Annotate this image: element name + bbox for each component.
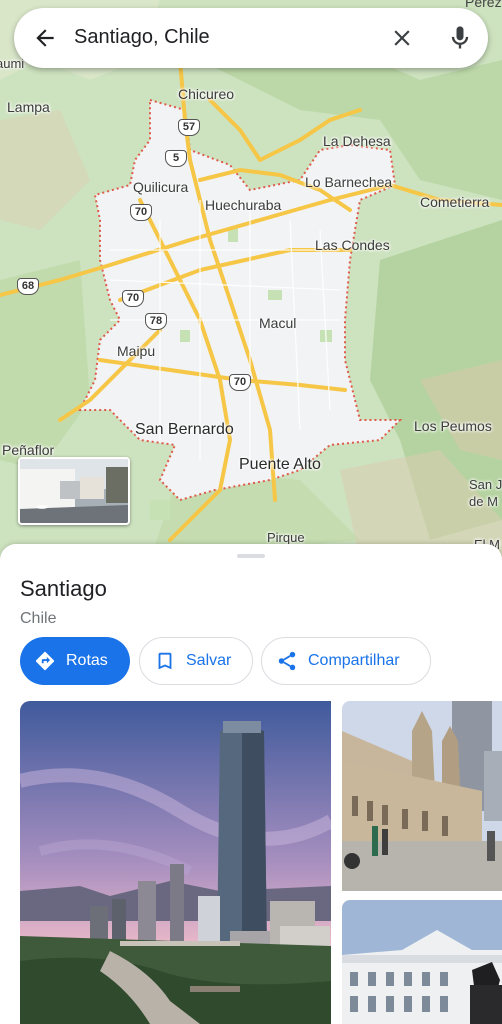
street-view-thumbnail[interactable] bbox=[18, 457, 130, 525]
route-shield: 5 bbox=[165, 150, 187, 167]
save-button[interactable]: Salvar bbox=[139, 637, 253, 685]
drag-handle[interactable] bbox=[237, 554, 265, 558]
place-photo-skyline[interactable] bbox=[20, 701, 331, 1024]
corner-place-label: Pérez bbox=[465, 0, 502, 10]
place-title: Santiago bbox=[20, 576, 107, 601]
place-subtitle: Chile bbox=[20, 610, 57, 627]
back-arrow-icon[interactable] bbox=[32, 25, 58, 51]
place-label-pirque: Pirque bbox=[267, 530, 305, 545]
microphone-icon[interactable] bbox=[446, 23, 474, 53]
place-label-penaflor: Peñaflor bbox=[2, 442, 55, 458]
route-shield: 57 bbox=[178, 119, 200, 136]
route-shield: 78 bbox=[145, 313, 167, 330]
map-view[interactable]: aumi Chicureo Lampa La Dehesa Lo Barnech… bbox=[0, 0, 502, 560]
search-bar[interactable]: Santiago, Chile bbox=[14, 8, 488, 68]
route-shield: 70 bbox=[229, 374, 251, 391]
place-label-quilicura: Quilicura bbox=[133, 179, 189, 195]
place-label-macul: Macul bbox=[259, 315, 297, 331]
search-input[interactable]: Santiago, Chile bbox=[74, 26, 210, 49]
place-label-lo-barnechea: Lo Barnechea bbox=[305, 174, 393, 190]
share-label: Compartilhar bbox=[308, 652, 400, 669]
place-label: aumi bbox=[0, 56, 25, 71]
share-button[interactable]: Compartilhar bbox=[261, 637, 431, 685]
place-label-maipu: Maipu bbox=[117, 343, 156, 359]
place-label-chicureo: Chicureo bbox=[178, 86, 235, 102]
close-icon[interactable] bbox=[389, 25, 415, 51]
place-label-las-condes: Las Condes bbox=[315, 237, 390, 253]
place-label-lampa: Lampa bbox=[7, 99, 50, 115]
directions-icon bbox=[35, 651, 55, 671]
routes-label: Rotas bbox=[66, 652, 108, 669]
save-label: Salvar bbox=[186, 652, 232, 669]
routes-button[interactable]: Rotas bbox=[20, 637, 130, 685]
place-label-cometierra: Cometierra bbox=[420, 194, 490, 210]
route-shield: 70 bbox=[130, 204, 152, 221]
share-icon bbox=[278, 651, 296, 671]
place-photo-cathedral[interactable] bbox=[342, 701, 502, 891]
place-photo-palace[interactable] bbox=[342, 900, 502, 1024]
place-label-san-j: San J bbox=[469, 477, 502, 492]
bookmark-icon bbox=[158, 652, 172, 670]
place-sheet[interactable]: Santiago Chile Rotas Salvar Compartilhar bbox=[0, 544, 502, 1024]
place-label-san-bernardo: San Bernardo bbox=[135, 421, 234, 438]
place-label-la-dehesa: La Dehesa bbox=[323, 133, 391, 149]
place-label-los-peumos: Los Peumos bbox=[414, 418, 492, 434]
place-label-huechuraba: Huechuraba bbox=[205, 197, 282, 213]
route-shield: 68 bbox=[17, 278, 39, 295]
place-label-de-m: de M bbox=[469, 494, 498, 509]
place-label-puente-alto: Puente Alto bbox=[239, 456, 321, 473]
route-shield: 70 bbox=[122, 290, 144, 307]
